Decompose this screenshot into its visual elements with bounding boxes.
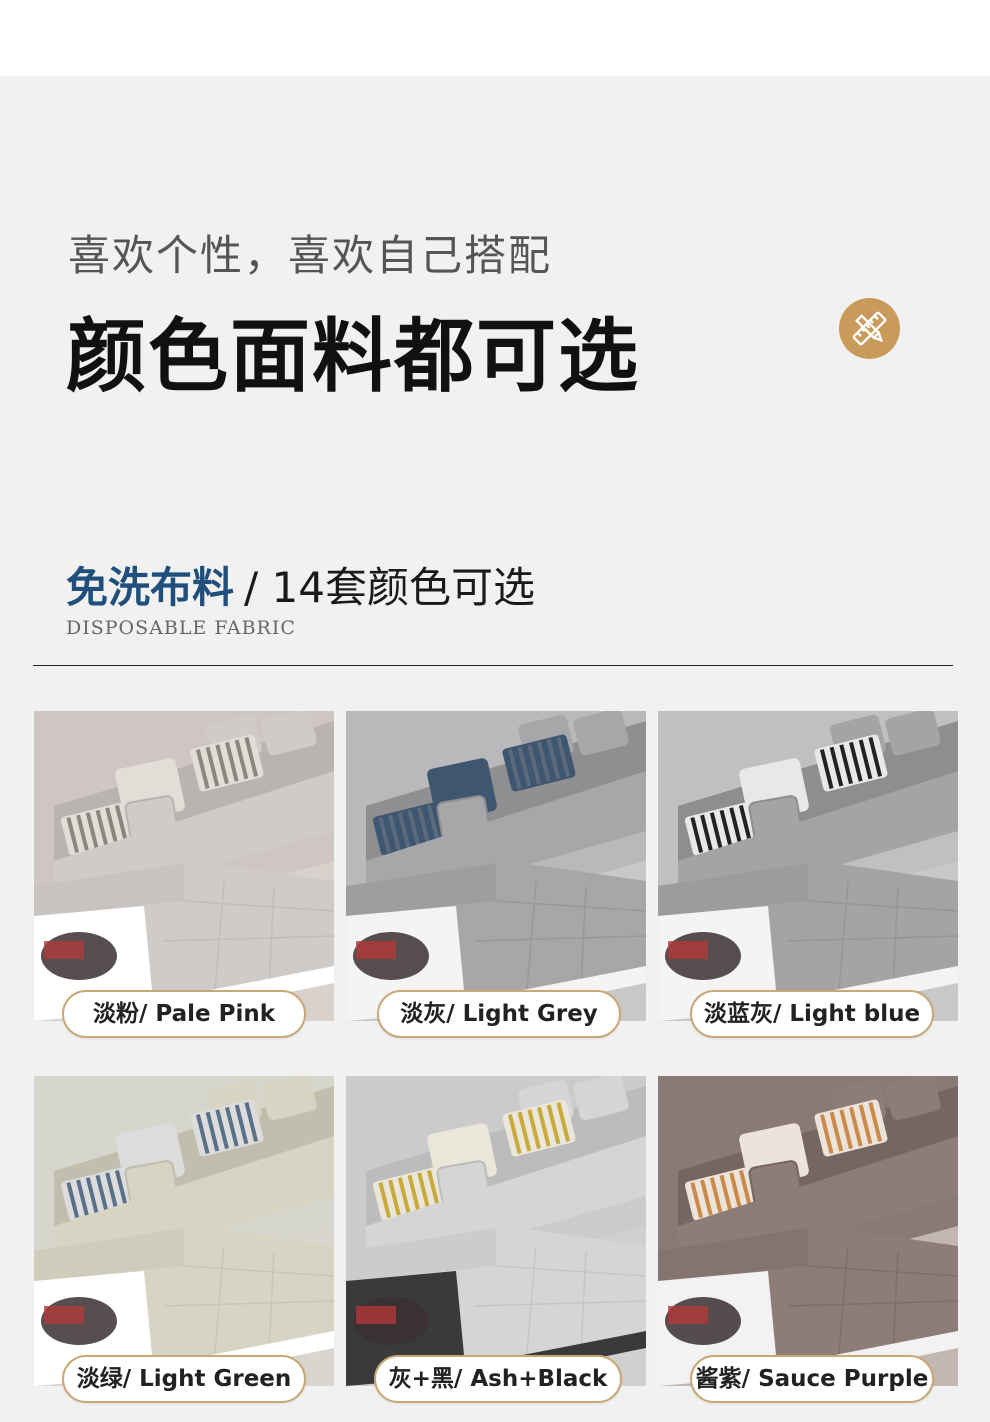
swatch-card-light-blue[interactable] <box>658 711 958 1021</box>
swatch-card-ash-black[interactable] <box>346 1076 646 1386</box>
sofa-image <box>658 711 958 1021</box>
swatch-card-light-grey[interactable] <box>346 711 646 1021</box>
swatch-card-pale-pink[interactable] <box>34 711 334 1021</box>
swatch-label-light-green: 淡绿/ Light Green <box>62 1355 306 1403</box>
ruler-pencil-icon <box>839 298 900 359</box>
sofa-image <box>346 1076 646 1386</box>
section-title-highlight: 免洗布料 <box>66 563 235 612</box>
swatch-label-ash-black: 灰+黑/ Ash+Black <box>374 1355 622 1403</box>
section-subtitle: DISPOSABLE FABRIC <box>66 617 296 639</box>
swatch-card-light-green[interactable] <box>34 1076 334 1386</box>
swatch-label-light-grey: 淡灰/ Light Grey <box>377 990 621 1038</box>
sofa-image <box>34 711 334 1021</box>
swatch-label-light-blue: 淡蓝灰/ Light blue <box>690 990 934 1038</box>
sofa-image <box>34 1076 334 1386</box>
sofa-image <box>346 711 646 1021</box>
page-title: 颜色面料都可选 <box>66 310 640 403</box>
swatch-label-pale-pink: 淡粉/ Pale Pink <box>62 990 306 1038</box>
page-subtitle: 喜欢个性，喜欢自己搭配 <box>68 231 553 280</box>
swatch-label-sauce-purple: 酱紫/ Sauce Purple <box>690 1355 934 1403</box>
top-white-band <box>0 0 990 76</box>
section-title: 免洗布料/ 14套颜色可选 <box>66 554 535 615</box>
section-divider <box>33 665 953 666</box>
swatch-card-sauce-purple[interactable] <box>658 1076 958 1386</box>
sofa-image <box>658 1076 958 1386</box>
section-title-rest: / 14套颜色可选 <box>244 563 535 612</box>
